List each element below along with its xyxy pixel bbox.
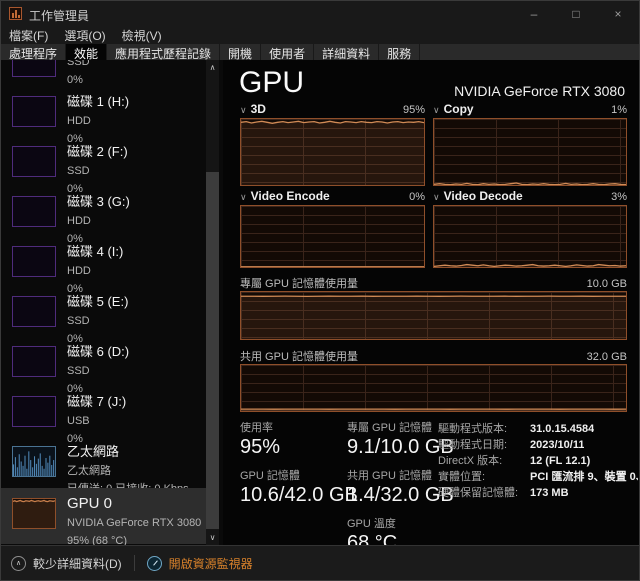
body: SSD 0% 磁碟 1 (H:) HDD 0% 磁碟 2 (F:): [1, 60, 639, 545]
chevron-down-icon[interactable]: ∨: [240, 105, 247, 116]
tab-app-history[interactable]: 應用程式歷程記錄: [107, 44, 220, 60]
menu-view[interactable]: 檢視(V): [122, 27, 162, 44]
chevron-up-circle-icon: ∧: [11, 556, 26, 571]
sidebar-item-disk3[interactable]: 磁碟 3 (G:) HDD 0%: [1, 188, 206, 238]
gpu-temperature-label: GPU 溫度: [347, 517, 453, 531]
chart-video-encode: [240, 205, 425, 268]
sidebar-item-disk6[interactable]: 磁碟 6 (D:) SSD 0%: [1, 338, 206, 388]
chart-copy-value: 1%: [611, 104, 627, 116]
sidebar-scrollbar[interactable]: ∧ ∨: [206, 60, 219, 545]
gpu-device-name: NVIDIA GeForce RTX 3080: [454, 83, 625, 99]
disk-graph-thumbnail: [12, 246, 56, 277]
hw-reserved-memory-value: 173 MB: [530, 486, 569, 502]
driver-version-value: 31.0.15.4584: [530, 422, 594, 438]
tab-processes[interactable]: 處理程序: [1, 44, 66, 60]
sidebar-item-disk2[interactable]: 磁碟 2 (F:) SSD 0%: [1, 138, 206, 188]
chevron-down-icon[interactable]: ∨: [433, 105, 440, 116]
chart-3d-label: 3D: [251, 102, 266, 116]
sidebar-item-disk7[interactable]: 磁碟 7 (J:) USB 0%: [1, 388, 206, 438]
ethernet-graph-thumbnail: [12, 446, 56, 477]
physical-location-value: PCI 匯流排 9、裝置 0、函…: [530, 470, 638, 486]
sidebar-item-gpu0[interactable]: GPU 0 NVIDIA GeForce RTX 3080 95% (68 °C…: [1, 488, 206, 544]
directx-version-value: 12 (FL 12.1): [530, 454, 590, 470]
chart-video-encode-label: Video Encode: [251, 189, 330, 203]
gpu-memory-label: GPU 記憶體: [240, 469, 342, 483]
dedicated-memory-chart-label: 專屬 GPU 記憶體使用量: [240, 275, 358, 291]
task-manager-window: 工作管理員 – □ × 檔案(F) 選項(O) 檢視(V) 處理程序 效能 應用…: [0, 0, 640, 581]
physical-location-label: 實體位置:: [438, 470, 530, 486]
driver-date-label: 驅動程式日期:: [438, 438, 530, 454]
disk-graph-thumbnail: [12, 396, 56, 427]
directx-version-label: DirectX 版本:: [438, 454, 530, 470]
menu-options[interactable]: 選項(O): [64, 27, 105, 44]
chart-copy: [433, 118, 627, 186]
shared-memory-chart-label: 共用 GPU 記憶體使用量: [240, 348, 358, 364]
scroll-down-icon[interactable]: ∨: [206, 530, 219, 545]
disk-graph-thumbnail: [12, 96, 56, 127]
chart-3d-value: 95%: [403, 104, 425, 116]
chart-video-encode-value: 0%: [409, 191, 425, 203]
disk-graph-thumbnail: [12, 146, 56, 177]
tab-users[interactable]: 使用者: [261, 44, 314, 60]
driver-version-label: 驅動程式版本:: [438, 422, 530, 438]
sidebar-item-disk5[interactable]: 磁碟 5 (E:) SSD 0%: [1, 288, 206, 338]
chart-dedicated-memory: [240, 291, 627, 340]
chart-video-decode-value: 3%: [611, 191, 627, 203]
performance-sidebar: SSD 0% 磁碟 1 (H:) HDD 0% 磁碟 2 (F:): [1, 60, 223, 545]
resource-monitor-icon: [147, 556, 162, 571]
close-button[interactable]: ×: [597, 1, 639, 27]
disk-graph-thumbnail: [12, 60, 56, 77]
title-bar: 工作管理員 – □ ×: [1, 1, 639, 27]
dedicated-memory-chart-scale: 10.0 GB: [587, 278, 627, 290]
chart-shared-memory: [240, 364, 627, 412]
scrollbar-thumb[interactable]: [206, 172, 219, 529]
disk-graph-thumbnail: [12, 296, 56, 327]
menu-bar: 檔案(F) 選項(O) 檢視(V): [1, 27, 639, 44]
window-title: 工作管理員: [29, 7, 89, 24]
menu-file[interactable]: 檔案(F): [9, 27, 48, 44]
gpu-memory-value: 10.6/42.0 GB: [240, 483, 342, 508]
sidebar-item-disk1[interactable]: 磁碟 1 (H:) HDD 0%: [1, 88, 206, 138]
maximize-button[interactable]: □: [555, 1, 597, 27]
chart-video-decode-label: Video Decode: [444, 189, 523, 203]
open-resource-monitor-link[interactable]: 開啟資源監視器: [147, 555, 253, 572]
scroll-up-icon[interactable]: ∧: [206, 60, 219, 75]
disk-graph-thumbnail: [12, 196, 56, 227]
sidebar-item-disk4[interactable]: 磁碟 4 (I:) HDD 0%: [1, 238, 206, 288]
stats-column-3: 驅動程式版本: 31.0.15.4584 驅動程式日期: 2023/10/11 …: [438, 422, 638, 502]
disk-graph-thumbnail: [12, 346, 56, 377]
sidebar-item-ethernet[interactable]: 乙太網路 乙太網路 已傳送: 0 已接收: 0 Kbps: [1, 438, 206, 488]
utilization-label: 使用率: [240, 421, 342, 435]
chart-3d: [240, 118, 425, 186]
fewer-details-button[interactable]: ∧ 較少詳細資料(D): [11, 555, 122, 572]
gpu-graph-thumbnail: [12, 498, 56, 529]
gpu-pane: GPU NVIDIA GeForce RTX 3080 ∨ 3D 95% ∨ C…: [223, 60, 639, 545]
page-title: GPU: [239, 66, 304, 100]
driver-date-value: 2023/10/11: [530, 438, 584, 454]
stats-column-1: 使用率 95% GPU 記憶體 10.6/42.0 GB: [240, 421, 342, 517]
shared-memory-chart-scale: 32.0 GB: [587, 351, 627, 363]
tab-startup[interactable]: 開機: [220, 44, 261, 60]
tab-details[interactable]: 詳細資料: [314, 44, 379, 60]
tab-services[interactable]: 服務: [379, 44, 420, 60]
minimize-button[interactable]: –: [513, 1, 555, 27]
hw-reserved-memory-label: 硬體保留記憶體:: [438, 486, 530, 502]
footer-divider: [134, 555, 135, 571]
app-icon: [9, 7, 22, 20]
tab-strip: 處理程序 效能 應用程式歷程記錄 開機 使用者 詳細資料 服務: [1, 44, 639, 60]
utilization-value: 95%: [240, 435, 342, 460]
chart-video-decode: [433, 205, 627, 268]
footer-bar: ∧ 較少詳細資料(D) 開啟資源監視器: [1, 545, 639, 580]
chevron-down-icon[interactable]: ∨: [240, 192, 247, 203]
chevron-down-icon[interactable]: ∨: [433, 192, 440, 203]
tab-performance[interactable]: 效能: [66, 44, 107, 60]
chart-copy-label: Copy: [444, 102, 474, 116]
sidebar-item-disk0-partial[interactable]: SSD 0%: [1, 60, 206, 88]
